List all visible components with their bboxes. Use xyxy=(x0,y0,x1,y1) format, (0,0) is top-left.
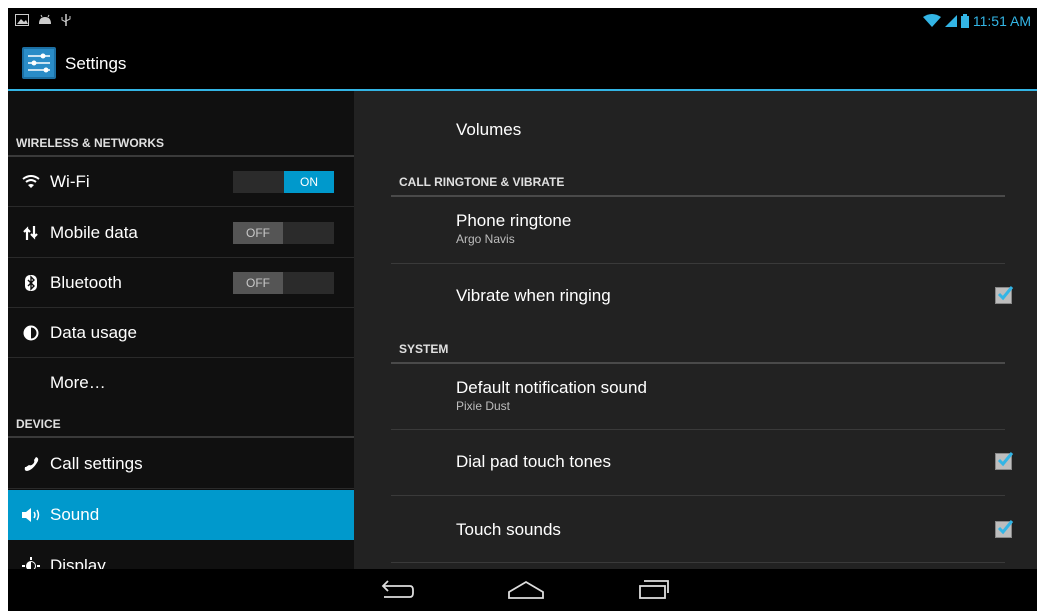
sidebar-item-label: Mobile data xyxy=(50,223,138,242)
sidebar-item-label: Display xyxy=(50,556,106,569)
touch-sounds-checkbox[interactable] xyxy=(995,520,1014,538)
sidebar-item-wifi[interactable]: Wi-Fi ON xyxy=(8,157,354,207)
sidebar-item-mobile-data[interactable]: Mobile data OFF xyxy=(8,208,354,258)
section-header-wireless: WIRELESS & NETWORKS xyxy=(16,136,165,150)
signal-icon xyxy=(944,15,957,27)
section-divider xyxy=(8,436,354,438)
sidebar-item-label: Data usage xyxy=(50,323,137,342)
app-title: Settings xyxy=(65,54,127,73)
usb-icon xyxy=(61,14,71,26)
display-icon xyxy=(20,555,42,569)
volumes-item[interactable]: Volumes xyxy=(391,91,1005,151)
toggle-state: ON xyxy=(284,171,334,193)
touch-sounds-title: Touch sounds xyxy=(456,520,561,539)
vibrate-title: Vibrate when ringing xyxy=(456,286,611,305)
section-header-system: SYSTEM xyxy=(399,342,449,356)
action-bar: Settings xyxy=(8,37,1037,91)
sidebar-item-more[interactable]: More… xyxy=(8,358,354,408)
sidebar-item-bluetooth[interactable]: Bluetooth OFF xyxy=(8,258,354,308)
default-notification-sound-item[interactable]: Default notification sound Pixie Dust xyxy=(391,364,1005,429)
sound-settings-panel: Volumes CALL RINGTONE & VIBRATE Phone ri… xyxy=(354,91,1037,569)
phone-ringtone-title: Phone ringtone xyxy=(456,211,572,230)
dial-pad-checkbox[interactable] xyxy=(995,452,1014,470)
toggle-state: OFF xyxy=(233,222,283,244)
bluetooth-icon xyxy=(20,272,42,294)
notification-sound-title: Default notification sound xyxy=(456,378,647,397)
wifi-toggle[interactable]: ON xyxy=(233,171,334,193)
speaker-icon xyxy=(20,504,42,526)
notification-sound-value: Pixie Dust xyxy=(456,399,511,413)
gallery-icon xyxy=(15,14,29,26)
sidebar-item-label: Call settings xyxy=(50,454,143,473)
touch-sounds-item[interactable]: Touch sounds xyxy=(391,496,1014,561)
device-screen: 11:51 AM Settings WIRELESS & NETWORKS Wi… xyxy=(8,8,1037,611)
divider xyxy=(391,562,1005,563)
battery-icon xyxy=(960,14,969,28)
phone-icon xyxy=(20,453,42,475)
wifi-icon xyxy=(20,171,42,193)
navigation-bar xyxy=(8,569,1037,611)
status-bar: 11:51 AM xyxy=(8,8,1037,37)
data-arrows-icon xyxy=(20,222,42,244)
wifi-icon xyxy=(922,14,941,27)
dial-pad-touch-tones-item[interactable]: Dial pad touch tones xyxy=(391,430,1014,495)
dial-pad-title: Dial pad touch tones xyxy=(456,452,611,471)
back-icon[interactable] xyxy=(376,577,416,603)
divider xyxy=(8,206,354,207)
vibrate-when-ringing-item[interactable]: Vibrate when ringing xyxy=(391,264,1014,326)
bluetooth-toggle[interactable]: OFF xyxy=(233,272,334,294)
sidebar-item-call-settings[interactable]: Call settings xyxy=(8,439,354,489)
divider xyxy=(8,488,354,489)
sidebar-item-label: Wi-Fi xyxy=(50,172,90,191)
settings-sliders-icon[interactable] xyxy=(22,47,56,79)
settings-sidebar: WIRELESS & NETWORKS Wi-Fi ON Mobile data… xyxy=(8,91,354,569)
phone-ringtone-item[interactable]: Phone ringtone Argo Navis xyxy=(391,197,1005,263)
sidebar-item-data-usage[interactable]: Data usage xyxy=(8,308,354,358)
volumes-label: Volumes xyxy=(456,120,522,139)
status-right: 11:51 AM xyxy=(922,13,1031,29)
section-header-device: DEVICE xyxy=(16,417,61,431)
mobile-data-toggle[interactable]: OFF xyxy=(233,222,334,244)
android-icon xyxy=(39,14,51,24)
toggle-state: OFF xyxy=(233,272,283,294)
sidebar-item-sound[interactable]: Sound xyxy=(8,490,354,540)
sidebar-item-label: More… xyxy=(50,373,106,392)
sidebar-item-label: Bluetooth xyxy=(50,273,122,292)
home-icon[interactable] xyxy=(506,577,546,603)
phone-ringtone-value: Argo Navis xyxy=(456,232,515,246)
status-time: 11:51 AM xyxy=(972,13,1031,29)
section-header-call: CALL RINGTONE & VIBRATE xyxy=(399,175,565,189)
notification-icons xyxy=(15,13,71,27)
recent-apps-icon[interactable] xyxy=(634,577,674,603)
data-usage-icon xyxy=(20,322,42,344)
sidebar-item-label: Sound xyxy=(50,505,100,524)
vibrate-checkbox[interactable] xyxy=(995,286,1014,304)
sidebar-item-display[interactable]: Display xyxy=(8,541,354,569)
